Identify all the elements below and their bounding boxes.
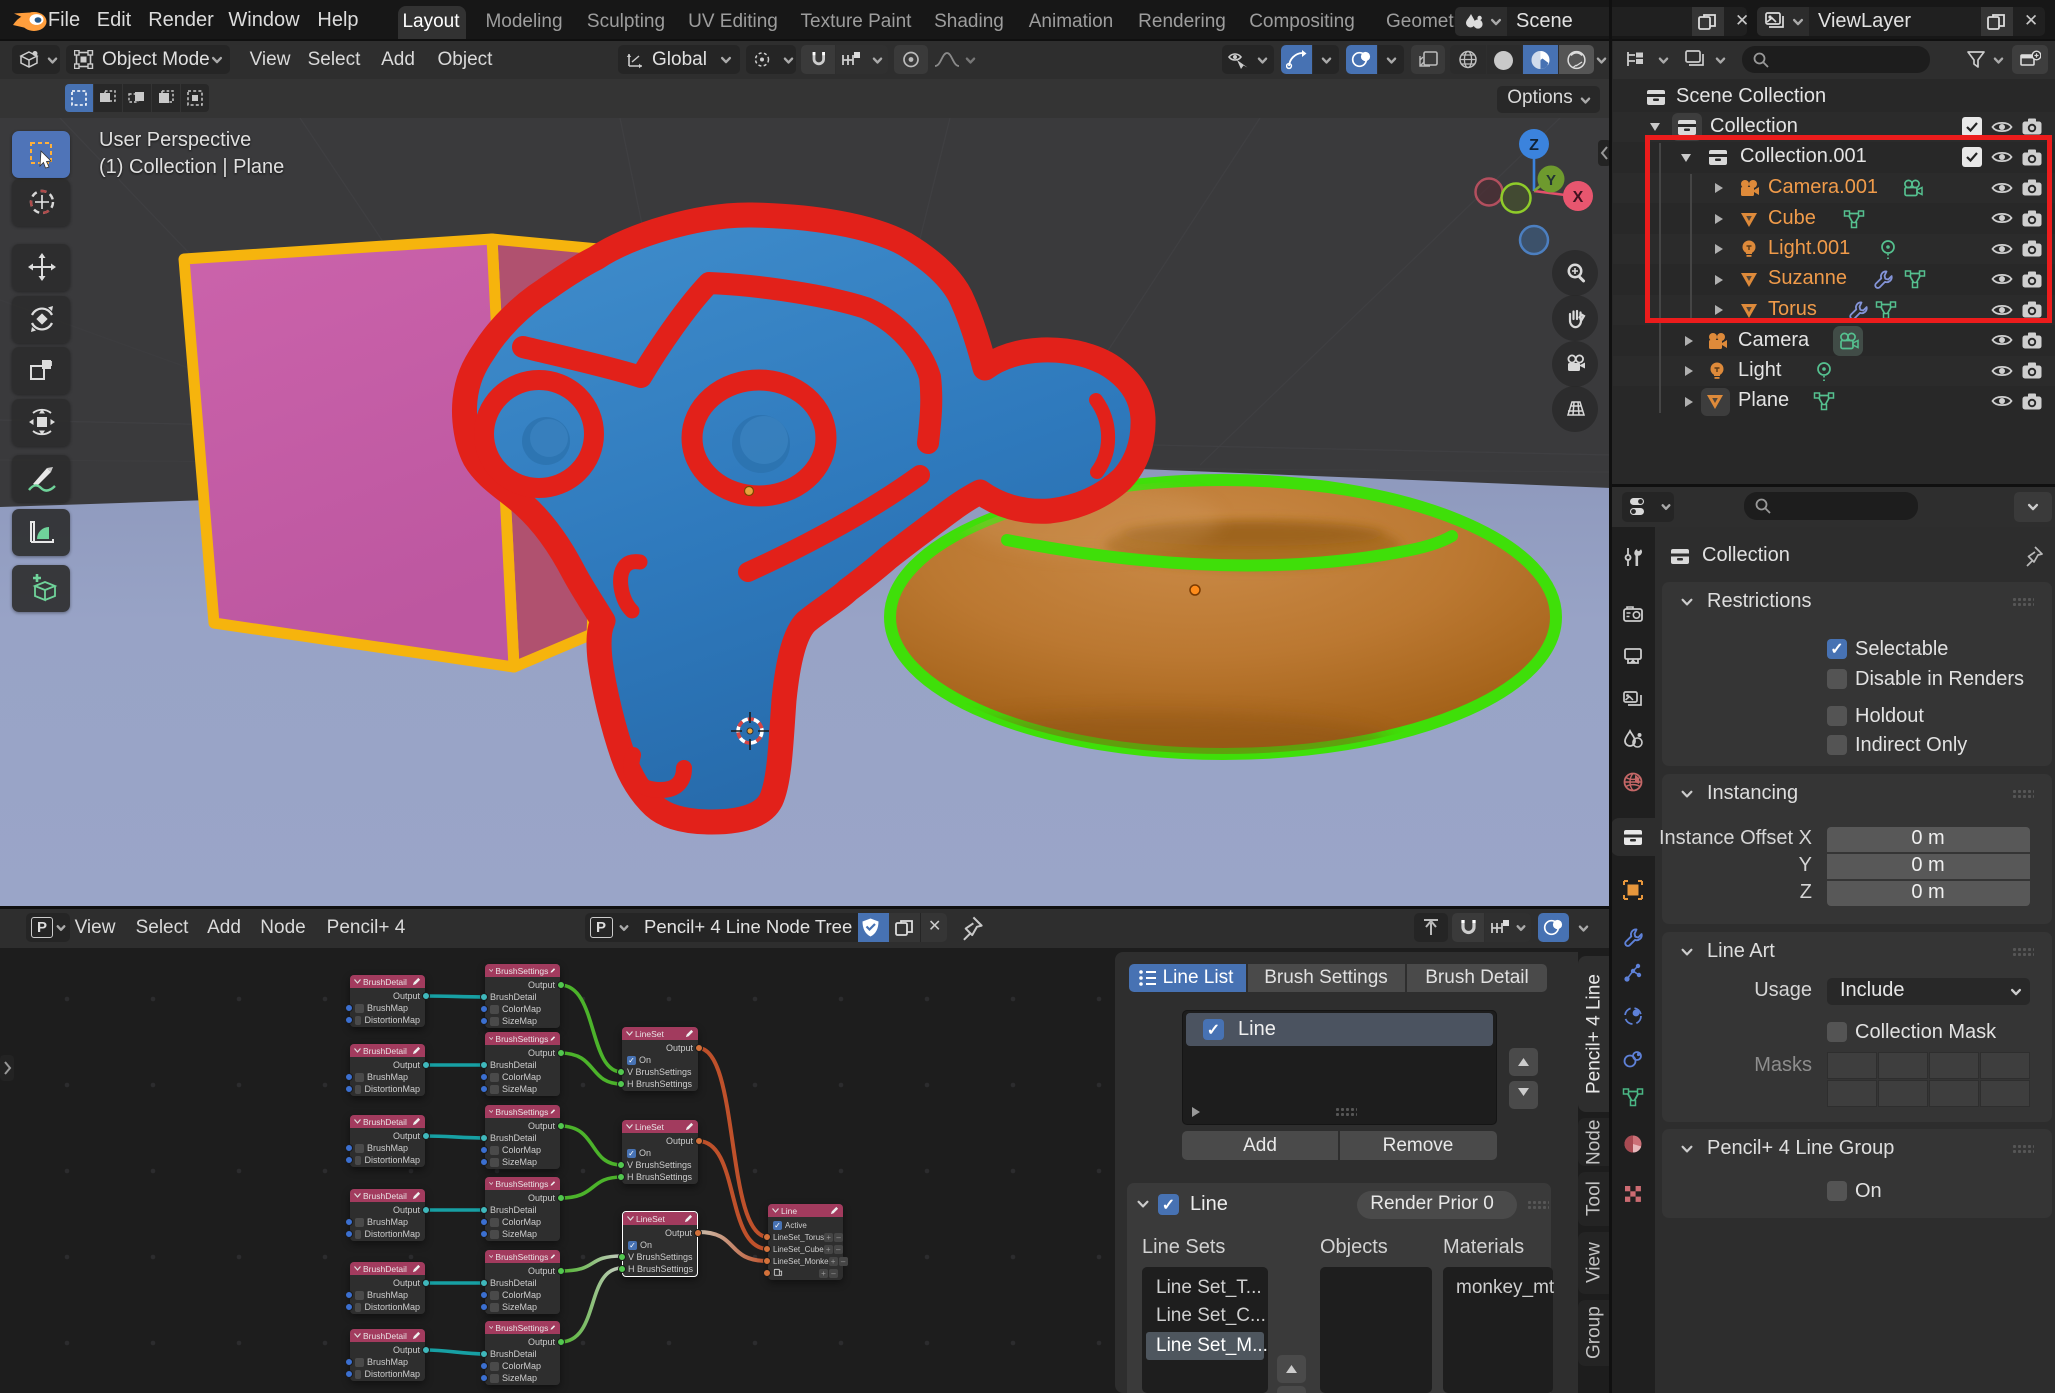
svg-text:Y: Y (1546, 172, 1556, 189)
svg-text:Z: Z (1529, 137, 1539, 154)
svg-text:X: X (1573, 189, 1584, 206)
